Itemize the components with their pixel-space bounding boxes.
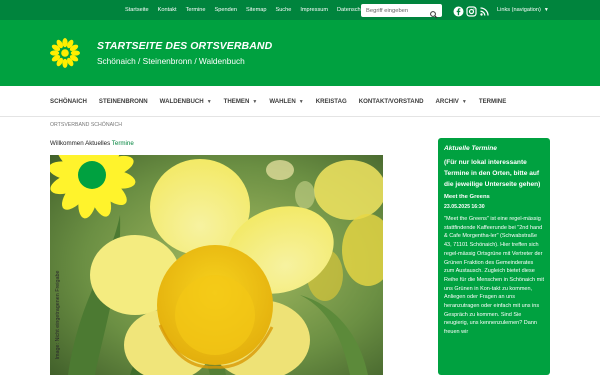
- welcome-text: Willkommen Aktuelles: [50, 140, 112, 147]
- nav-item-label: KONTAKT/VORSTAND: [358, 98, 424, 105]
- meta-nav-startseite[interactable]: Startseite: [125, 7, 149, 13]
- chevron-down-icon: ▼: [252, 98, 258, 105]
- top-bar: Startseite Kontakt Termine Spenden Sitem…: [0, 0, 600, 20]
- main-navigation: SCHÖNAICH STEINENBRONN WALDENBUCH ▼ THEM…: [0, 86, 600, 117]
- search-box: [361, 4, 442, 19]
- nav-item-themen[interactable]: THEMEN ▼: [224, 98, 258, 105]
- nav-item-label: WALDENBUCH: [159, 98, 204, 105]
- search-input[interactable]: [366, 5, 426, 16]
- meta-nav-suche[interactable]: Suche: [275, 7, 291, 13]
- sidebar-title[interactable]: Aktuelle Termine: [444, 145, 544, 152]
- chevron-down-icon: ▼: [543, 7, 549, 13]
- nav-item-steinenbronn[interactable]: STEINENBRONN: [99, 98, 148, 105]
- nav-item-label: KREISTAG: [315, 98, 347, 105]
- nav-item-label: STEINENBRONN: [98, 98, 148, 105]
- meta-nav-kontakt[interactable]: Kontakt: [158, 7, 177, 13]
- nav-item-label: TERMINE: [478, 98, 507, 105]
- site-header: Startseite des Ortsverband Schönaich / S…: [0, 20, 600, 86]
- breadcrumb[interactable]: ORTSVERBAND SCHÖNAICH: [50, 122, 122, 128]
- nav-item-label: ARCHIV: [435, 98, 459, 105]
- nav-item-archiv[interactable]: ARCHIV ▼: [436, 98, 467, 105]
- links-navigation-toggle[interactable]: Links (navigation) ▼: [497, 0, 549, 20]
- meta-navigation: Startseite Kontakt Termine Spenden Sitem…: [125, 0, 377, 20]
- image-credit-text: Image: Nicht eingetragenen Freigabe: [55, 270, 61, 360]
- chevron-down-icon: ▼: [298, 98, 304, 105]
- facebook-icon[interactable]: [453, 4, 464, 17]
- chevron-down-icon: ▼: [461, 98, 467, 105]
- meta-nav-sitemap[interactable]: Sitemap: [246, 7, 267, 13]
- termine-link[interactable]: Termine: [112, 140, 134, 147]
- hero-image: [50, 155, 383, 375]
- nav-item-label: SCHÖNAICH: [50, 98, 87, 105]
- nav-item-kreistag[interactable]: KREISTAG: [316, 98, 347, 105]
- sunflower-logo[interactable]: [50, 38, 80, 68]
- site-subtitle: Schönaich / Steinenbronn / Waldenbuch: [97, 56, 245, 66]
- nav-item-schoenaich[interactable]: SCHÖNAICH: [50, 98, 87, 105]
- nav-item-waldenbuch[interactable]: WALDENBUCH ▼: [160, 98, 212, 105]
- instagram-icon[interactable]: [466, 4, 477, 17]
- nav-item-termine[interactable]: TERMINE: [479, 98, 506, 105]
- nav-item-kontakt-vorstand[interactable]: KONTAKT/VORSTAND: [359, 98, 424, 105]
- events-sidebar: Aktuelle Termine (Für nur lokal interess…: [438, 138, 550, 375]
- event-date: 23.05.2025 16:30: [444, 204, 485, 210]
- event-description: "Meet the Greens" ist eine regel-mässig …: [444, 216, 544, 336]
- rss-icon[interactable]: [479, 4, 490, 16]
- nav-item-label: THEMEN: [223, 98, 250, 105]
- meta-nav-spenden[interactable]: Spenden: [215, 7, 237, 13]
- site-title[interactable]: Startseite des Ortsverband: [97, 40, 272, 52]
- search-icon[interactable]: [429, 6, 439, 19]
- nav-item-wahlen[interactable]: WAHLEN ▼: [269, 98, 303, 105]
- welcome-line: Willkommen Aktuelles Termine: [50, 140, 134, 147]
- social-links: [453, 4, 492, 17]
- sidebar-note: (Für nur lokal interessante Termine in d…: [444, 159, 541, 188]
- image-credit: Image: Nicht eingetragenen Freigabe: [53, 262, 63, 375]
- meta-nav-impressum[interactable]: Impressum: [300, 7, 328, 13]
- nav-item-label: WAHLEN: [269, 98, 296, 105]
- meta-nav-termine[interactable]: Termine: [186, 7, 206, 13]
- chevron-down-icon: ▼: [206, 98, 212, 105]
- event-title[interactable]: Meet the Greens: [444, 194, 544, 200]
- links-navigation-label: Links (navigation): [497, 7, 541, 13]
